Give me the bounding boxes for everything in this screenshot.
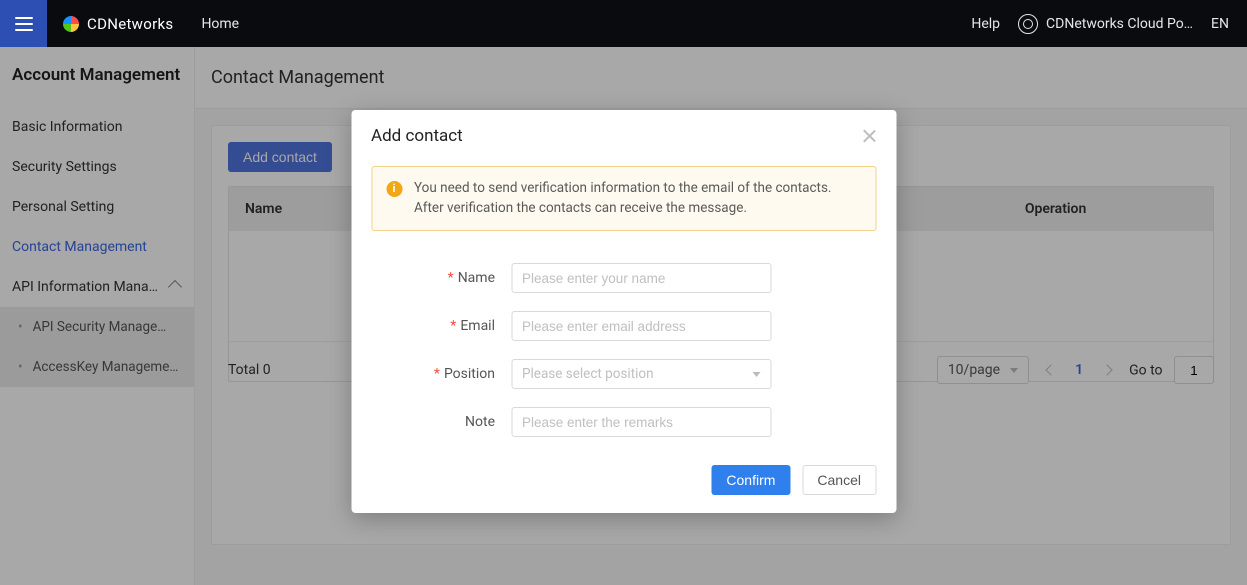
position-placeholder: Please select position [522,366,654,382]
note-input[interactable] [511,407,771,437]
info-icon: i [386,181,402,197]
label-position: *Position [371,366,511,382]
label-text: Note [465,414,495,430]
nav-right: Help CDNetworks Cloud Po… EN [971,14,1247,34]
add-contact-form: *Name *Email *Position Please select pos… [351,239,896,457]
label-name: *Name [371,270,511,286]
confirm-button[interactable]: Confirm [711,465,790,495]
label-email: *Email [371,318,511,334]
nav-home[interactable]: Home [201,16,239,32]
label-text: Name [458,270,495,286]
brand[interactable]: CDNetworks [63,15,173,33]
brand-logo-icon [63,16,79,32]
nav-lang[interactable]: EN [1211,16,1229,32]
email-input[interactable] [511,311,771,341]
modal-alert-text: You need to send verification informatio… [414,179,861,218]
caret-down-icon [752,372,760,377]
nav-user-name: CDNetworks Cloud Po… [1046,16,1193,32]
label-note: Note [371,414,511,430]
label-text: Position [444,366,495,382]
add-contact-modal: Add contact i You need to send verificat… [351,110,896,513]
avatar-icon [1018,14,1038,34]
modal-title: Add contact [371,126,463,146]
top-nav: CDNetworks Home Help CDNetworks Cloud Po… [0,0,1247,47]
modal-alert: i You need to send verification informat… [371,166,876,231]
name-input[interactable] [511,263,771,293]
nav-user[interactable]: CDNetworks Cloud Po… [1018,14,1193,34]
menu-toggle[interactable] [0,0,47,47]
brand-text: CDNetworks [87,15,173,33]
label-text: Email [460,318,495,334]
nav-help[interactable]: Help [971,16,1000,32]
position-select[interactable]: Please select position [511,359,771,389]
hamburger-icon [15,17,33,31]
close-icon[interactable] [862,129,876,143]
cancel-button[interactable]: Cancel [802,465,876,495]
